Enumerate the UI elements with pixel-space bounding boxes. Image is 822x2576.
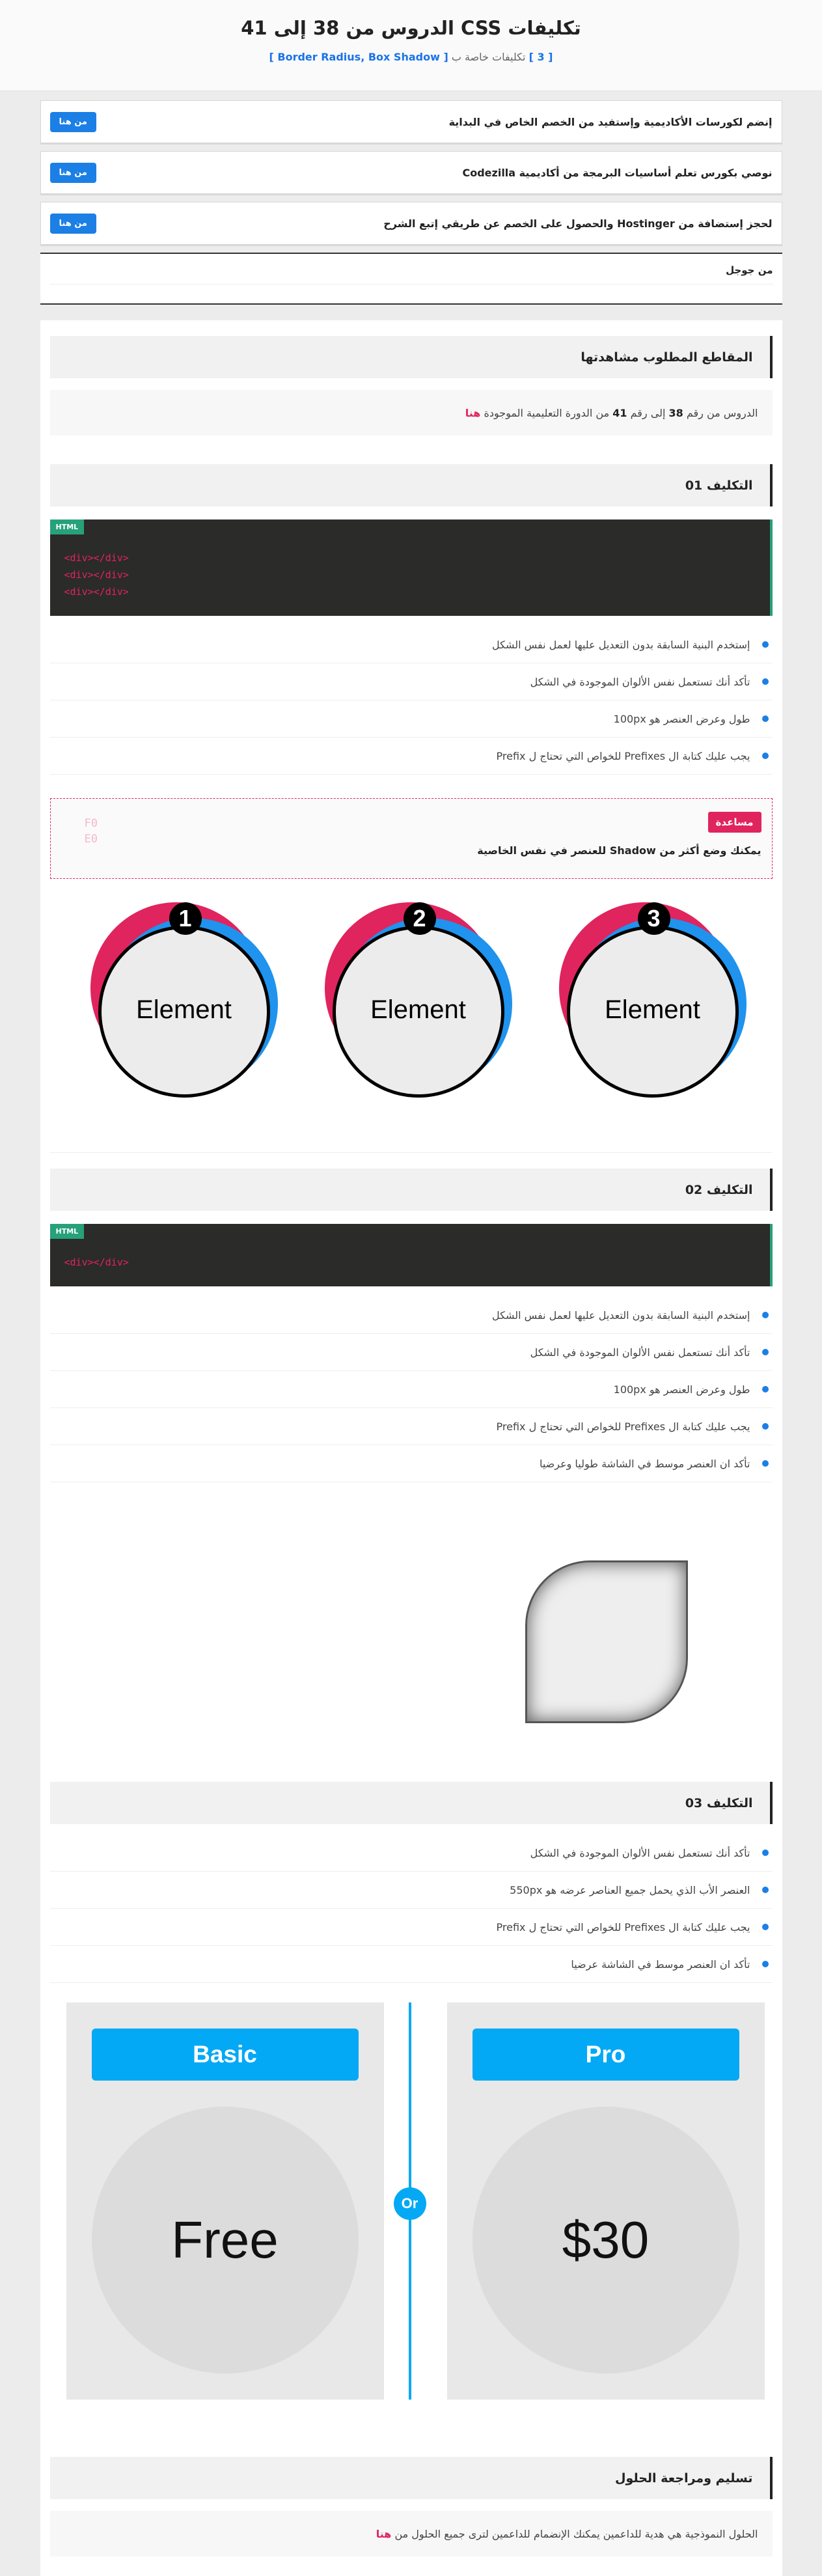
requirement-item: طول وعرض العنصر هو 100px bbox=[49, 700, 773, 738]
requirement-item: يجب عليك كتابة ال Prefixes للخواص التي ت… bbox=[49, 738, 773, 775]
code-line: <div></div> bbox=[64, 586, 129, 598]
google-ad-box: من جوجل bbox=[40, 253, 782, 305]
help-text: يمكنك وضع أكثر من Shadow للعنصر في نفس ا… bbox=[477, 844, 761, 857]
bullet-icon bbox=[761, 1924, 769, 1930]
ad-text: إنضم لكورسات الأكاديمية وإستفيد من الخصم… bbox=[448, 115, 773, 128]
subtitle-text: تكليفات خاصة ب bbox=[451, 51, 526, 63]
preview-element-1: Element 1 bbox=[90, 902, 286, 1117]
ad-text: نوصي بكورس تعلم أساسيات البرمجة من أكادي… bbox=[462, 166, 773, 179]
note-text: الدروس من رقم bbox=[686, 406, 758, 419]
or-badge: Or bbox=[393, 2187, 426, 2220]
bullet-icon bbox=[761, 715, 769, 722]
assignment-3-preview: Basic Free Or Pro $30 bbox=[50, 2002, 773, 2400]
code-line: <div></div> bbox=[64, 1256, 129, 1268]
bullet-icon bbox=[761, 1349, 769, 1355]
plan-card-basic: Basic Free bbox=[66, 2002, 384, 2400]
page-subtitle: [ 3 ] تكليفات خاصة ب [ Border Radius, Bo… bbox=[0, 51, 822, 63]
requirements-list: إستخدم البنية السابقة بدون التعديل عليها… bbox=[49, 626, 773, 775]
code-block: HTML <div></div> bbox=[49, 1224, 773, 1286]
page-header: تكليفات CSS الدروس من 38 إلى 41 [ 3 ] تك… bbox=[0, 0, 822, 91]
element-circle: Element bbox=[332, 926, 504, 1098]
plan-price-circle: Free bbox=[91, 2107, 359, 2374]
requirement-item: إستخدم البنية السابقة بدون التعديل عليها… bbox=[49, 1297, 773, 1334]
lesson-from: 38 bbox=[668, 406, 683, 419]
requirement-item: يجب عليك كتابة ال Prefixes للخواص التي ت… bbox=[49, 1408, 773, 1445]
requirement-item: تأكد ان العنصر موسط في الشاشة طوليا وعرض… bbox=[49, 1445, 773, 1482]
requirement-item: طول وعرض العنصر هو 100px bbox=[49, 1371, 773, 1408]
help-badge: مساعدة bbox=[707, 812, 761, 833]
ad-box-codezilla: نوصي بكورس تعلم أساسيات البرمجة من أكادي… bbox=[40, 151, 782, 194]
videos-note: الدروس من رقم 38 إلى رقم 41 من الدورة ال… bbox=[49, 390, 773, 436]
course-link[interactable]: هنا bbox=[465, 407, 481, 419]
element-number-badge: 1 bbox=[169, 902, 202, 935]
element-number-badge: 2 bbox=[403, 902, 436, 935]
requirement-item: تأكد أنك تستعمل نفس الألوان الموجودة في … bbox=[49, 1334, 773, 1371]
requirements-list: تأكد أنك تستعمل نفس الألوان الموجودة في … bbox=[49, 1835, 773, 1983]
ad-link-button[interactable]: من هنا bbox=[49, 162, 96, 183]
bullet-icon bbox=[761, 1423, 769, 1430]
solutions-heading: تسليم ومراجعة الحلول bbox=[49, 2457, 773, 2499]
bullet-icon bbox=[761, 1849, 769, 1856]
help-watermark: F0 E0 bbox=[84, 817, 98, 846]
element-circle: Element bbox=[98, 926, 270, 1098]
bullet-icon bbox=[761, 1887, 769, 1893]
leaf-shape-element bbox=[525, 1560, 688, 1723]
assignment-2-preview bbox=[50, 1482, 773, 1782]
lesson-to: 41 bbox=[612, 406, 627, 419]
code-block: HTML <div></div> <div></div> <div></div> bbox=[49, 519, 773, 616]
videos-heading: المقاطع المطلوب مشاهدتها bbox=[49, 336, 773, 378]
code-line: <div></div> bbox=[64, 552, 129, 564]
assignment-1-preview: Element 1 Element 2 Element 3 bbox=[50, 879, 773, 1133]
requirement-item: تأكد أنك تستعمل نفس الألوان الموجودة في … bbox=[49, 1835, 773, 1872]
note-text: من الدورة التعليمية الموجودة bbox=[484, 406, 610, 419]
plan-name-button[interactable]: Basic bbox=[91, 2029, 359, 2081]
preview-element-2: Element 2 bbox=[324, 902, 520, 1117]
help-box: مساعدة يمكنك وضع أكثر من Shadow للعنصر ف… bbox=[49, 798, 773, 879]
code-language-tag: HTML bbox=[49, 1224, 85, 1239]
requirement-item: تأكد ان العنصر موسط في الشاشة عرضيا bbox=[49, 1946, 773, 1983]
bullet-icon bbox=[761, 678, 769, 685]
solutions-note: الحلول النموذجية هي هدية للداعمين يمكنك … bbox=[49, 2511, 773, 2556]
main-content: المقاطع المطلوب مشاهدتها الدروس من رقم 3… bbox=[40, 320, 782, 2576]
page-title: تكليفات CSS الدروس من 38 إلى 41 bbox=[241, 17, 581, 39]
requirements-list: إستخدم البنية السابقة بدون التعديل عليها… bbox=[49, 1297, 773, 1482]
note-text: الحلول النموذجية هي هدية للداعمين يمكنك … bbox=[394, 2527, 758, 2540]
ad-box-academy: إنضم لكورسات الأكاديمية وإستفيد من الخصم… bbox=[40, 100, 782, 143]
requirement-item: إستخدم البنية السابقة بدون التعديل عليها… bbox=[49, 626, 773, 663]
bullet-icon bbox=[761, 641, 769, 648]
plan-card-pro: Pro $30 bbox=[446, 2002, 765, 2400]
plan-name-button[interactable]: Pro bbox=[472, 2029, 739, 2081]
assignment-1-heading: التكليف 01 bbox=[49, 464, 773, 506]
assignment-2-heading: التكليف 02 bbox=[49, 1169, 773, 1211]
requirement-item: يجب عليك كتابة ال Prefixes للخواص التي ت… bbox=[49, 1909, 773, 1946]
ad-box-hostinger: لحجز إستضافة من Hostinger والحصول على ال… bbox=[40, 202, 782, 245]
bullet-icon bbox=[761, 753, 769, 759]
ad-link-button[interactable]: من هنا bbox=[49, 111, 96, 132]
element-circle: Element bbox=[566, 926, 739, 1098]
plan-price-circle: $30 bbox=[472, 2107, 739, 2374]
ad-text: لحجز إستضافة من Hostinger والحصول على ال… bbox=[383, 217, 773, 230]
bullet-icon bbox=[761, 1386, 769, 1392]
supporters-link[interactable]: هنا bbox=[376, 2528, 392, 2540]
code-language-tag: HTML bbox=[49, 519, 85, 534]
element-number-badge: 3 bbox=[637, 902, 670, 935]
ad-link-button[interactable]: من هنا bbox=[49, 213, 96, 234]
subtitle-topics: [ Border Radius, Box Shadow ] bbox=[269, 51, 448, 63]
preview-element-3: Element 3 bbox=[558, 902, 754, 1117]
code-line: <div></div> bbox=[64, 569, 129, 581]
bullet-icon bbox=[761, 1961, 769, 1967]
requirement-item: العنصر الأب الذي يحمل جميع العناصر عرضه … bbox=[49, 1872, 773, 1909]
google-ad-label: من جوجل bbox=[726, 264, 773, 276]
note-text: إلى رقم bbox=[630, 406, 666, 419]
divider bbox=[49, 1152, 773, 1153]
assignment-3-heading: التكليف 03 bbox=[49, 1782, 773, 1824]
requirement-item: تأكد أنك تستعمل نفس الألوان الموجودة في … bbox=[49, 663, 773, 700]
bullet-icon bbox=[761, 1460, 769, 1467]
bullet-icon bbox=[761, 1312, 769, 1318]
assignments-count: [ 3 ] bbox=[528, 51, 553, 63]
